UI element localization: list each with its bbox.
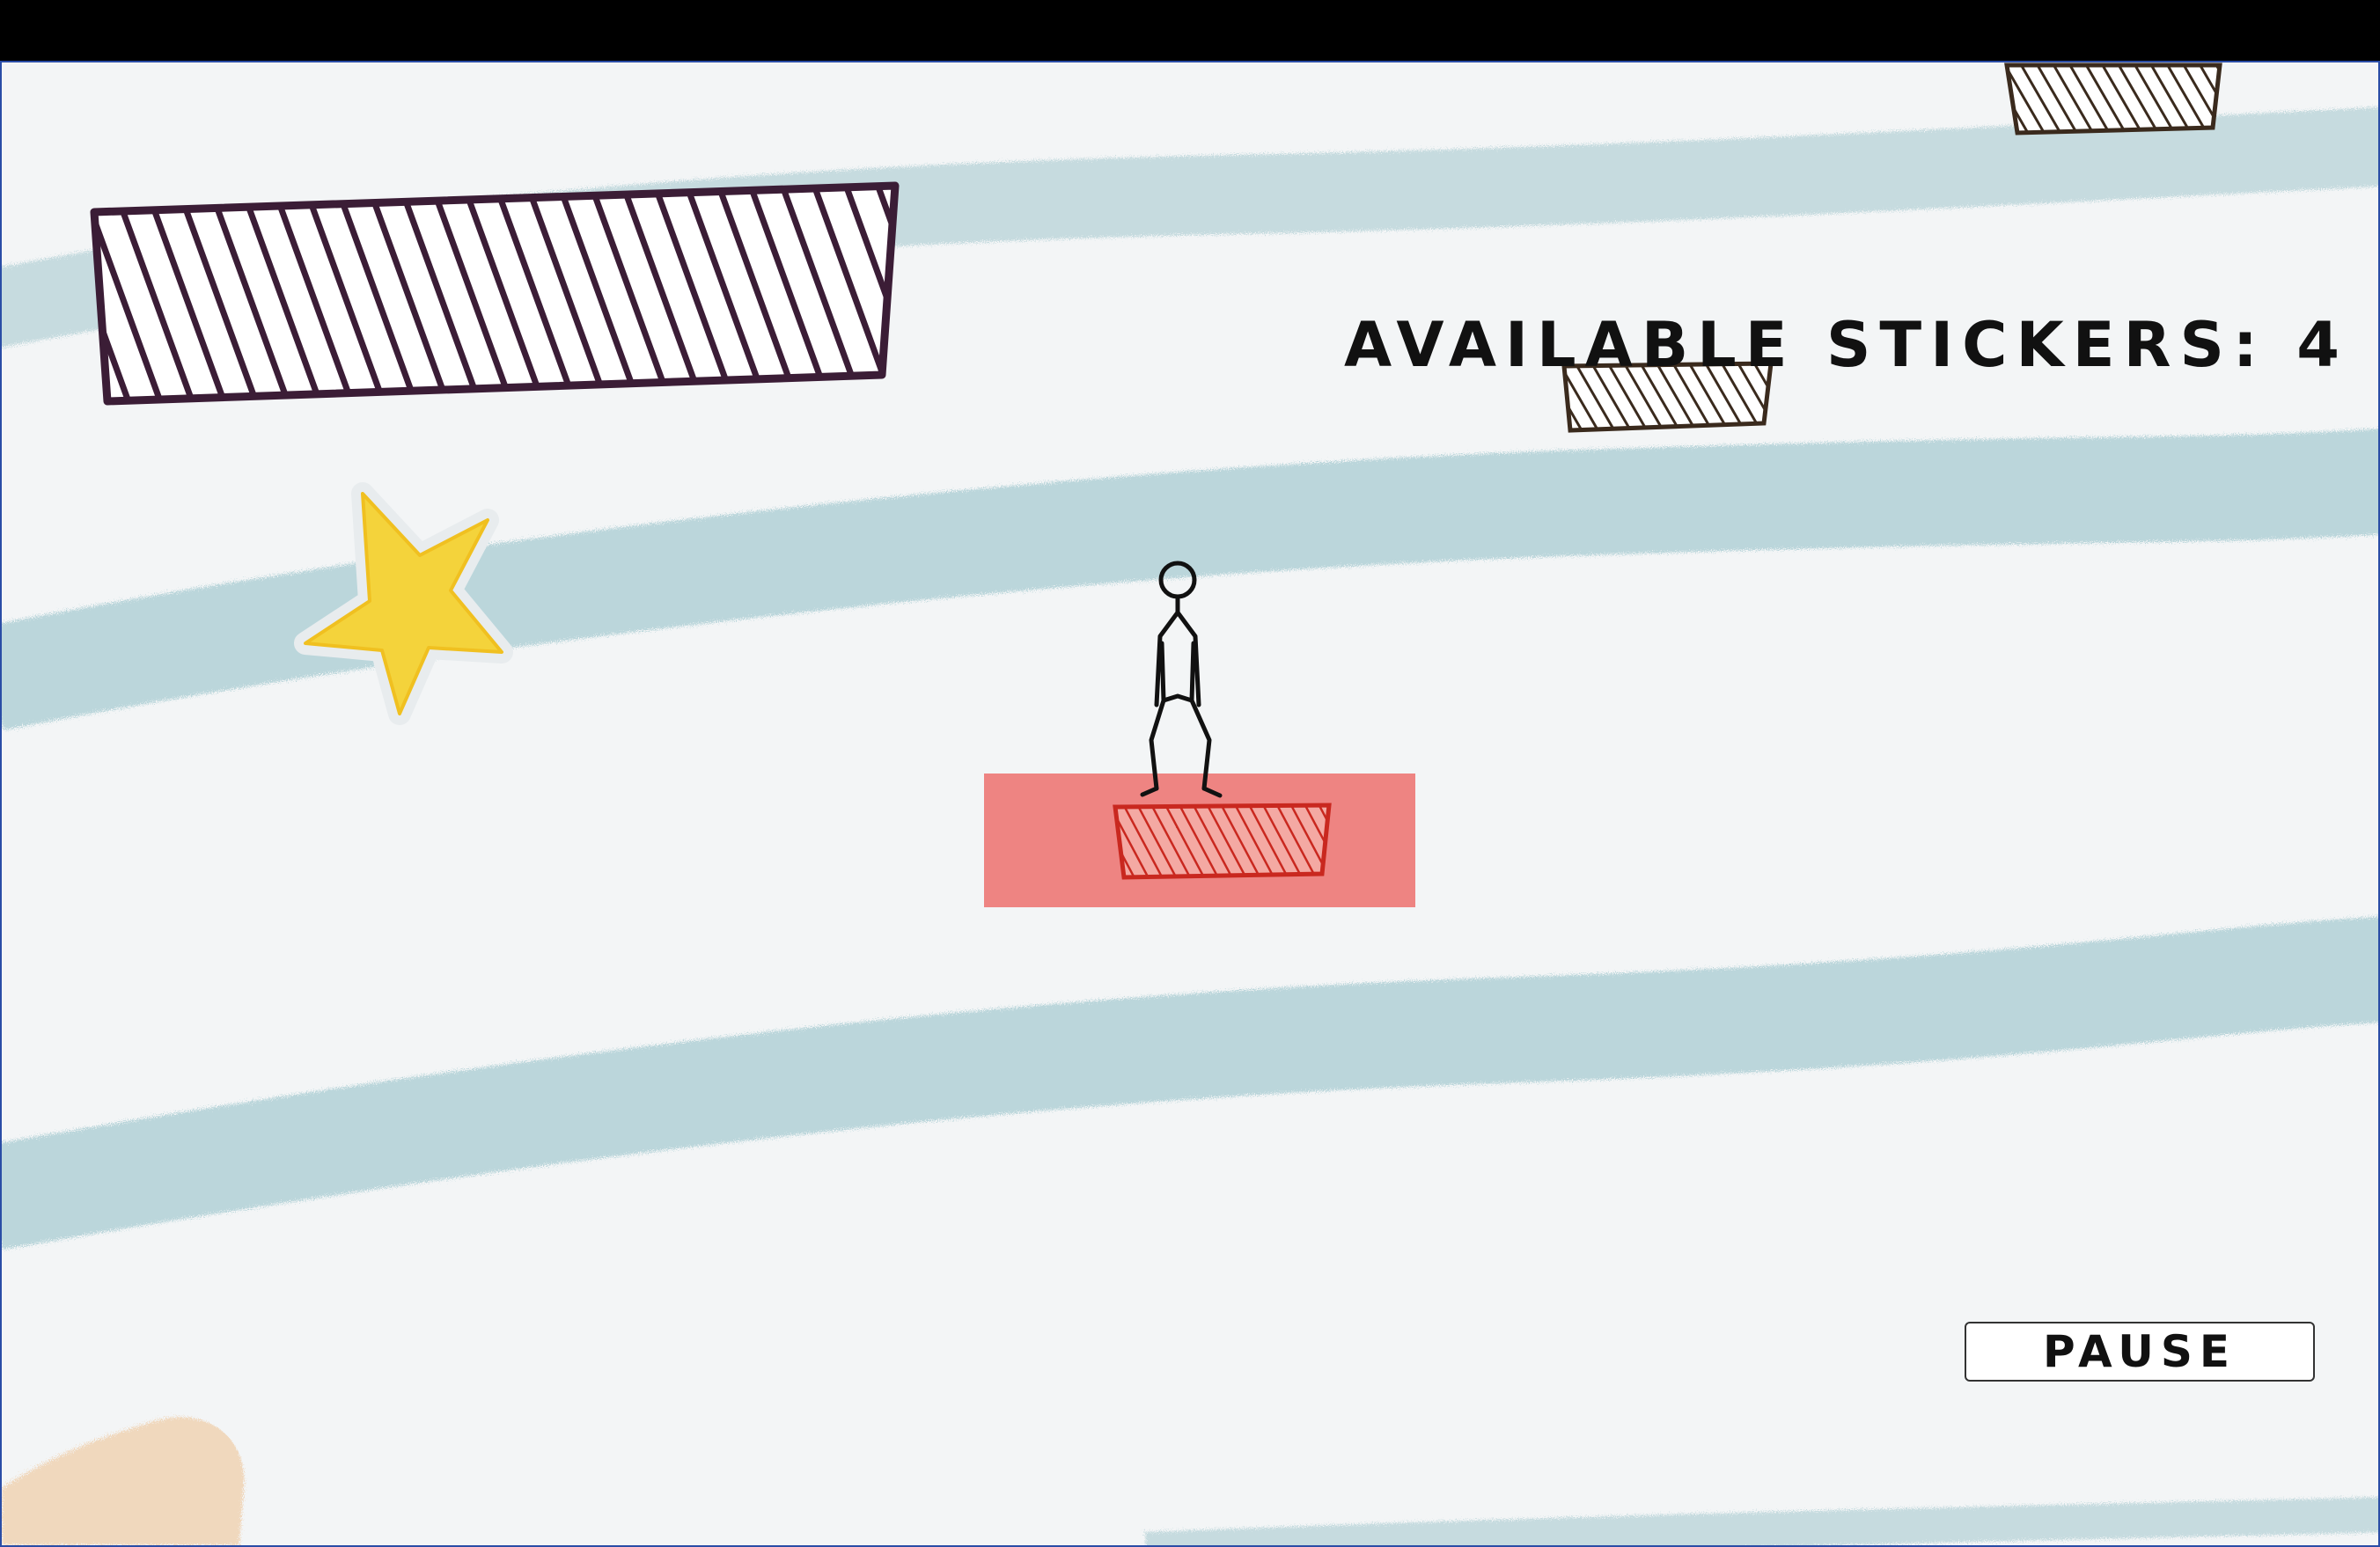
platform-red bbox=[1113, 803, 1332, 880]
stick-figure-icon bbox=[1140, 561, 1223, 798]
platform-brown-top bbox=[2004, 62, 2222, 136]
pause-button[interactable]: PAUSE bbox=[1965, 1322, 2315, 1382]
game-canvas[interactable]: AVAILABLE STICKERS: 4 PAUSE bbox=[0, 61, 2380, 1547]
peach-blob bbox=[2, 1417, 245, 1545]
top-black-bar bbox=[0, 0, 2380, 61]
available-stickers-label: AVAILABLE STICKERS: 4 bbox=[1343, 309, 2348, 381]
crayon-stripe-lower bbox=[2, 916, 2378, 1250]
platform-purple-large bbox=[90, 181, 900, 406]
crayon-stripe-bottom bbox=[1145, 1497, 2378, 1545]
